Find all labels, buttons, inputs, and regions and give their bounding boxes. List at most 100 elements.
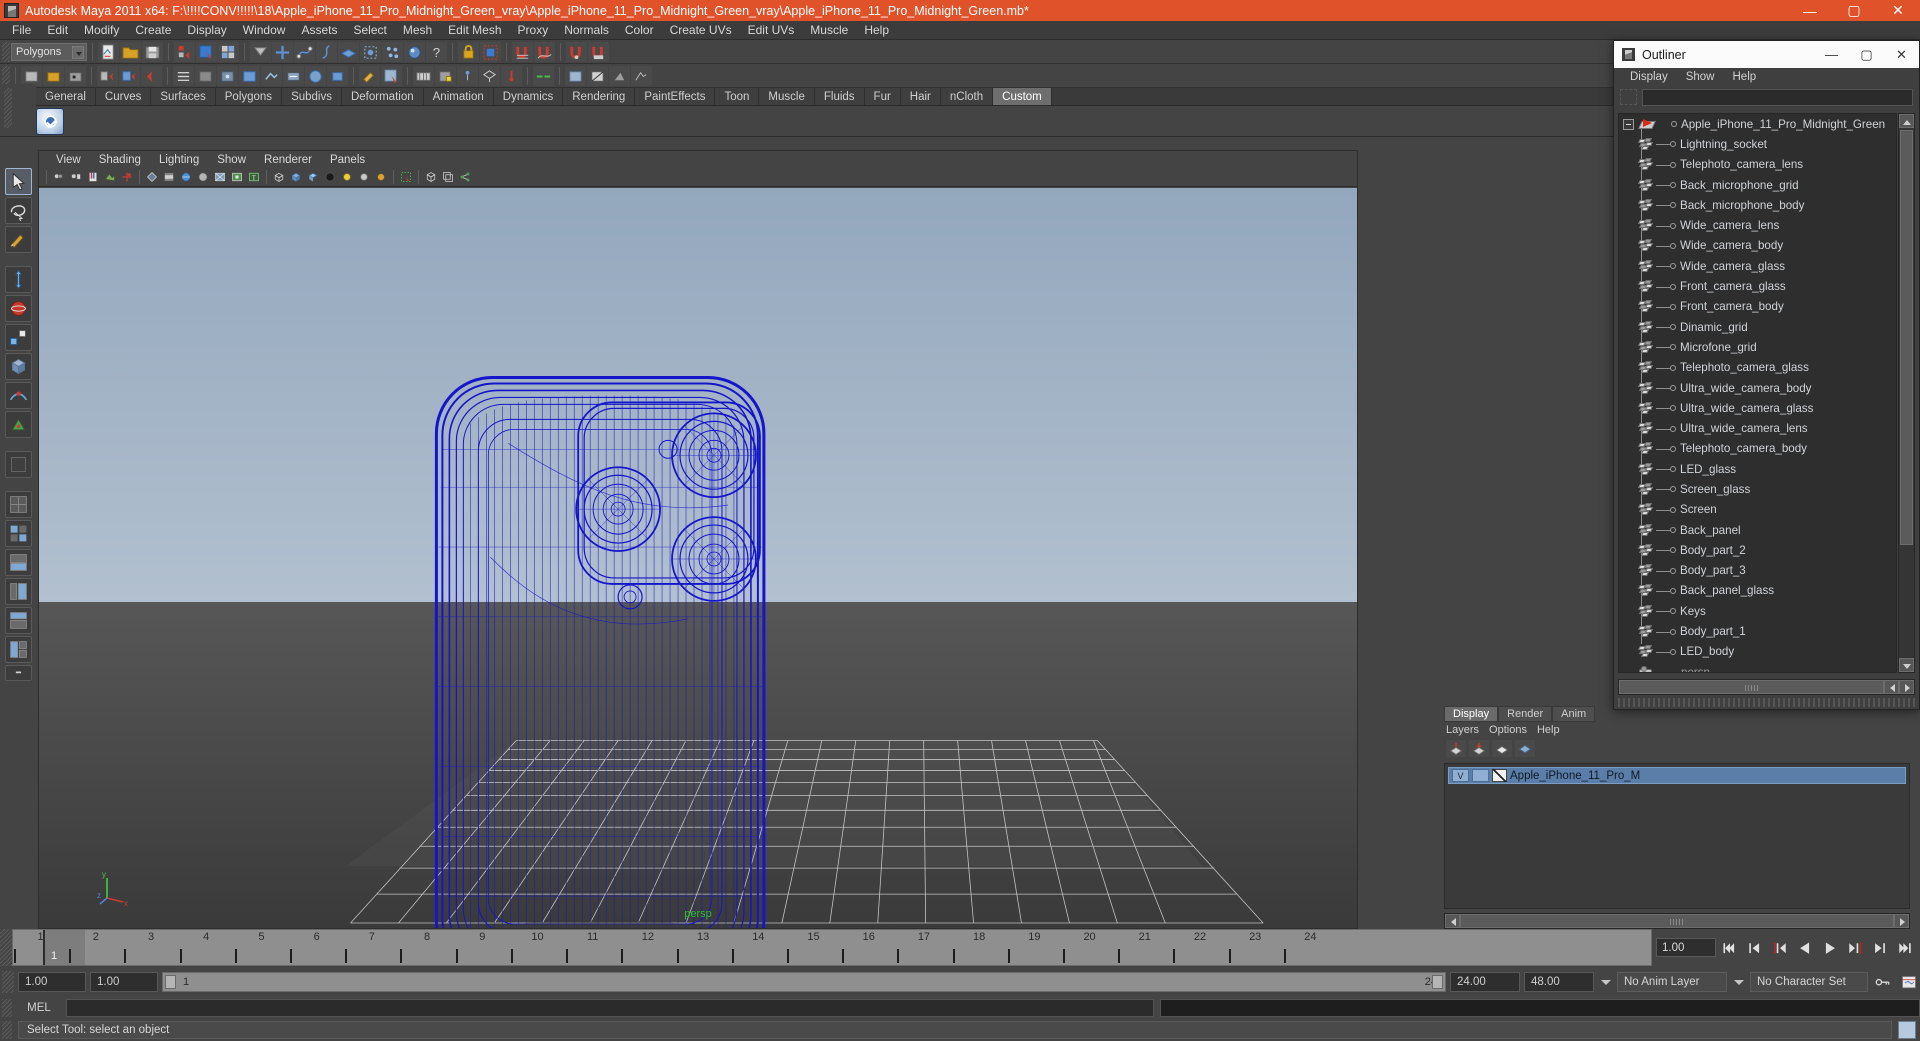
outliner-item-ultra-wide-camera-lens[interactable]: Ultra_wide_camera_lens: [1619, 418, 1896, 438]
shade-textured-icon[interactable]: [178, 169, 194, 185]
open-scene-icon[interactable]: [120, 41, 141, 62]
shelf-grip[interactable]: [4, 88, 12, 128]
maximize-button[interactable]: ▢: [1832, 0, 1876, 21]
outliner-menu-help[interactable]: Help: [1724, 71, 1766, 83]
show-polygons-icon[interactable]: [288, 169, 304, 185]
isolate-select-icon[interactable]: [398, 169, 414, 185]
minimize-button[interactable]: —: [1788, 0, 1832, 21]
lasso-tool-button[interactable]: [4, 197, 32, 224]
script-editor-icon[interactable]: [435, 65, 456, 86]
select-dynamics-icon[interactable]: [382, 41, 403, 62]
menu-edit-uvs[interactable]: Edit UVs: [740, 21, 803, 39]
iso-select-icon[interactable]: [479, 65, 500, 86]
output-connections-icon[interactable]: [119, 65, 140, 86]
select-all-icon[interactable]: [272, 41, 293, 62]
select-tool-button[interactable]: [4, 168, 32, 195]
range-slider-track[interactable]: 1 24: [162, 971, 1446, 992]
outliner-item-led-body[interactable]: LED_body: [1619, 642, 1896, 662]
image-plane-icon[interactable]: [102, 169, 118, 185]
shelf-tab-hair[interactable]: Hair: [900, 88, 941, 105]
outliner-item-screen-glass[interactable]: Screen_glass: [1619, 479, 1896, 499]
menu-assets[interactable]: Assets: [293, 21, 345, 39]
rotate-tool-button[interactable]: [4, 295, 32, 322]
menu-proxy[interactable]: Proxy: [510, 21, 557, 39]
tool-settings-toggle-icon[interactable]: [609, 65, 630, 86]
collapse-icon[interactable]: [1623, 118, 1634, 130]
selection-mode-dropdown[interactable]: Polygons: [11, 42, 87, 61]
command-line-grip[interactable]: [2, 999, 12, 1017]
attribute-editor-toggle-icon[interactable]: [413, 65, 434, 86]
render-view-icon[interactable]: [65, 65, 86, 86]
animation-end-field[interactable]: 48.00: [1524, 971, 1594, 992]
scroll-left-icon[interactable]: [1884, 680, 1899, 694]
snap-to-point-icon[interactable]: [566, 41, 587, 62]
save-scene-icon[interactable]: [142, 41, 163, 62]
go-to-start-icon[interactable]: [1719, 938, 1741, 958]
wireframe-shading-icon[interactable]: [144, 169, 160, 185]
shelf-tab-curves[interactable]: Curves: [95, 88, 152, 105]
show-cameras-icon[interactable]: [356, 169, 372, 185]
outliner-item-wide-camera-body[interactable]: Wide_camera_body: [1619, 236, 1896, 256]
select-camera-icon[interactable]: [51, 169, 67, 185]
input-connections-icon[interactable]: [97, 65, 118, 86]
outliner-vertical-scrollbar[interactable]: [1898, 113, 1915, 673]
pin-icon[interactable]: [501, 65, 522, 86]
status-line-grip-2[interactable]: [2, 65, 10, 86]
animation-start-field[interactable]: 1.00: [18, 971, 86, 992]
show-all-objects-icon[interactable]: [271, 169, 287, 185]
outliner-toggle-icon[interactable]: [631, 65, 652, 86]
shelf-tab-toon[interactable]: Toon: [715, 88, 760, 105]
scroll-right-icon[interactable]: [1894, 914, 1909, 928]
new-layer-icon[interactable]: [1446, 739, 1466, 757]
move-tool-button[interactable]: [4, 266, 32, 293]
outliner-item-ultra-wide-camera-glass[interactable]: Ultra_wide_camera_glass: [1619, 398, 1896, 418]
layer-color-swatch[interactable]: [1492, 769, 1507, 782]
menu-help[interactable]: Help: [856, 21, 897, 39]
outliner-item-wide-camera-lens[interactable]: Wide_camera_lens: [1619, 215, 1896, 235]
command-input-field[interactable]: [66, 999, 1154, 1017]
select-rendering-icon[interactable]: [404, 41, 425, 62]
scroll-down-icon[interactable]: [1899, 658, 1914, 672]
menu-create[interactable]: Create: [127, 21, 179, 39]
bookmark-icon[interactable]: [85, 169, 101, 185]
outliner-root-item[interactable]: Apple_iPhone_11_Pro_Midnight_Green: [1619, 114, 1896, 134]
menu-select[interactable]: Select: [345, 21, 394, 39]
anim-layer-dropdown[interactable]: No Anim Layer: [1617, 971, 1727, 992]
xray-joints-icon[interactable]: [229, 169, 245, 185]
menu-modify[interactable]: Modify: [76, 21, 127, 39]
outliner-item-body-part-2[interactable]: Body_part_2: [1619, 540, 1896, 560]
layer-menu-options[interactable]: Options: [1489, 724, 1527, 736]
step-forward-frame-icon[interactable]: [1844, 938, 1866, 958]
select-tool-icon[interactable]: [381, 65, 402, 86]
render-region-icon[interactable]: [239, 65, 260, 86]
scale-tool-button[interactable]: [4, 324, 32, 351]
outliner-item-ultra-wide-camera-body[interactable]: Ultra_wide_camera_body: [1619, 378, 1896, 398]
playback-speed-field[interactable]: 1.00: [1656, 938, 1716, 957]
go-to-end-icon[interactable]: [1894, 938, 1916, 958]
select-surface-icon[interactable]: [338, 41, 359, 62]
outliner-item-persp[interactable]: persp: [1619, 662, 1896, 672]
camera-attributes-icon[interactable]: [68, 169, 84, 185]
outliner-item-back-microphone-body[interactable]: Back_microphone_body: [1619, 195, 1896, 215]
move-layer-up-icon[interactable]: [1492, 739, 1512, 757]
outliner-close-button[interactable]: ✕: [1884, 41, 1919, 68]
outliner-item-dinamic-grid[interactable]: Dinamic_grid: [1619, 317, 1896, 337]
menu-edit[interactable]: Edit: [39, 21, 76, 39]
show-deformers-icon[interactable]: [322, 169, 338, 185]
layer-menu-layers[interactable]: Layers: [1446, 724, 1479, 736]
last-tool-used-button[interactable]: [4, 451, 32, 478]
shelf-tab-fluids[interactable]: Fluids: [814, 88, 865, 105]
snap-to-curve-icon[interactable]: [534, 41, 555, 62]
ipr-render-icon[interactable]: [217, 65, 238, 86]
outliner-item-front-camera-body[interactable]: Front_camera_body: [1619, 297, 1896, 317]
scroll-thumb-vertical[interactable]: [1900, 130, 1913, 545]
scroll-left-icon[interactable]: [1445, 914, 1460, 928]
select-by-object-icon[interactable]: [196, 41, 217, 62]
outliner-item-telephoto-camera-lens[interactable]: Telephoto_camera_lens: [1619, 155, 1896, 175]
range-slider-grip[interactable]: [2, 970, 14, 993]
outliner-item-led-glass[interactable]: LED_glass: [1619, 459, 1896, 479]
layout-hypergraph-button[interactable]: [4, 549, 32, 576]
viewport-menu-panels[interactable]: Panels: [321, 154, 374, 166]
shelf-tab-surfaces[interactable]: Surfaces: [151, 88, 216, 105]
tab-anim-layers[interactable]: Anim: [1552, 706, 1596, 722]
